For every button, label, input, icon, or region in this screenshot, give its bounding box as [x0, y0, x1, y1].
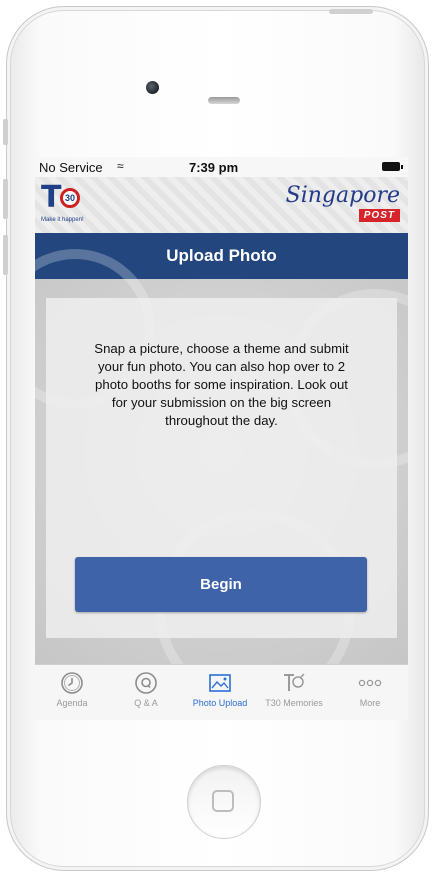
power-button[interactable]	[329, 9, 373, 14]
home-button[interactable]	[187, 765, 261, 839]
earpiece-speaker	[208, 97, 240, 104]
t30-logo: T 30 Make it happen!	[41, 180, 89, 228]
photo-icon	[209, 674, 231, 692]
battery-icon	[382, 162, 403, 171]
content-area: Snap a picture, choose a theme and submi…	[35, 249, 408, 709]
volume-down-button[interactable]	[3, 235, 8, 275]
mute-switch[interactable]	[3, 119, 8, 145]
wifi-icon: ≈	[117, 159, 124, 173]
carrier-label: No Service	[39, 160, 103, 175]
brand-header: T 30 Make it happen! Singapore POST	[35, 177, 408, 233]
singpost-logo-script: Singapore	[285, 183, 400, 208]
tab-more[interactable]: More	[333, 669, 407, 719]
t30-logo-badge: 30	[60, 188, 80, 208]
singpost-logo: Singapore POST	[286, 183, 402, 225]
instructions-text: Snap a picture, choose a theme and submi…	[94, 341, 349, 428]
status-bar: No Service ≈ 7:39 pm	[35, 157, 408, 177]
more-icon	[358, 679, 382, 687]
tab-label: Q & A	[134, 698, 158, 708]
singpost-logo-post: POST	[358, 209, 400, 222]
tab-label: Photo Upload	[192, 698, 248, 708]
t30-logo-letter: T	[41, 180, 62, 215]
tab-label: Agenda	[56, 698, 88, 708]
begin-button[interactable]: Begin	[75, 557, 367, 612]
t30-icon	[284, 673, 305, 691]
tab-t30-memories[interactable]: T30 Memories	[257, 669, 331, 719]
volume-up-button[interactable]	[3, 179, 8, 219]
home-square-icon	[212, 790, 234, 812]
tab-label: T30 Memories	[265, 698, 323, 708]
phone-screen: No Service ≈ 7:39 pm T 30 Make it happen…	[35, 157, 408, 720]
clock-label: 7:39 pm	[189, 160, 239, 175]
tab-label: More	[359, 698, 381, 708]
info-card: Snap a picture, choose a theme and submi…	[46, 298, 397, 638]
tab-agenda[interactable]: Agenda	[35, 669, 109, 719]
tab-photo-upload[interactable]: Photo Upload	[183, 669, 257, 719]
clock-icon	[61, 672, 83, 694]
tab-bar: Agenda Q & A Photo Upload T30 Memories M…	[35, 664, 408, 720]
q-icon	[135, 672, 157, 694]
front-camera	[146, 81, 159, 94]
tab-q-and-a[interactable]: Q & A	[109, 669, 183, 719]
t30-tagline: Make it happen!	[41, 217, 84, 223]
